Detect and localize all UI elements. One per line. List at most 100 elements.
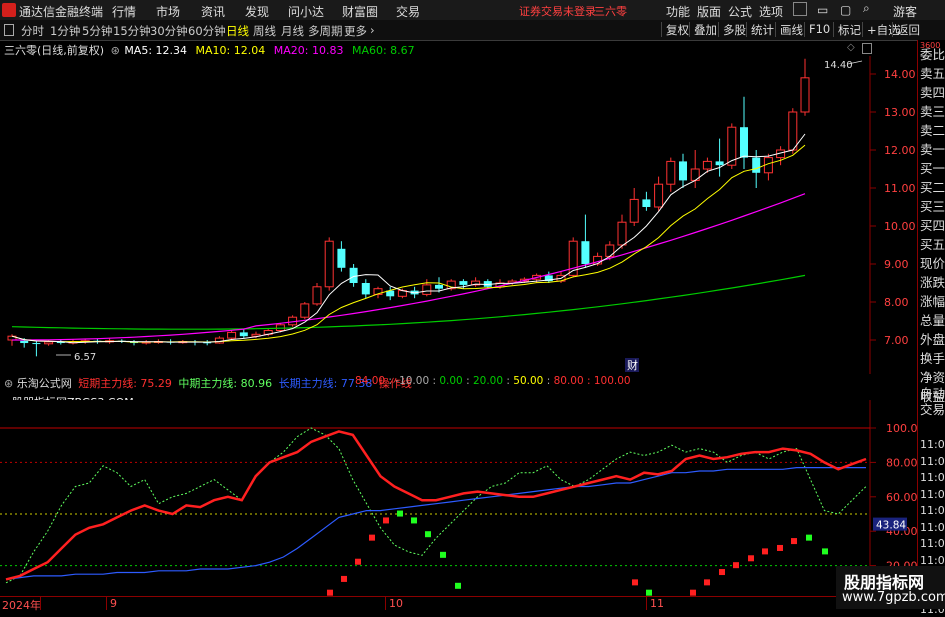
quote-field[interactable]: 买五 bbox=[920, 238, 945, 252]
period-1min[interactable]: 1分钟 bbox=[50, 23, 80, 39]
op-bar bbox=[719, 569, 725, 576]
op-bar bbox=[704, 579, 710, 586]
period-week[interactable]: 周线 bbox=[253, 23, 276, 39]
restore-icon[interactable]: ▢ bbox=[840, 3, 851, 17]
op-bar bbox=[748, 555, 754, 562]
diamond-icon[interactable]: ◇ bbox=[847, 42, 855, 53]
quote-field[interactable]: 涨跌 bbox=[920, 276, 945, 290]
candle[interactable] bbox=[300, 302, 310, 320]
candle[interactable] bbox=[312, 283, 322, 306]
btn-biaoji[interactable]: 标记 bbox=[833, 22, 861, 37]
guest-label[interactable]: 游客 bbox=[893, 3, 917, 20]
minimize-icon[interactable]: ▭ bbox=[817, 3, 828, 17]
period-month[interactable]: 月线 bbox=[281, 23, 304, 39]
x-axis: 2024年 9 10 11 bbox=[0, 596, 917, 612]
price-tick-label: 8.00 bbox=[884, 296, 909, 309]
layout-icon[interactable] bbox=[4, 24, 14, 36]
menu-gongshi[interactable]: 公式 bbox=[728, 3, 752, 20]
btn-fanhui[interactable]: 返回 bbox=[892, 22, 920, 37]
stock-name-notice: 三六零 bbox=[594, 5, 627, 18]
price-chart[interactable]: 14.40 6.57 财 14.00 13.00 12.00 11.00 10.00 9.… bbox=[0, 56, 917, 374]
op-bar bbox=[646, 589, 652, 596]
price-tick-label: 7.00 bbox=[884, 334, 909, 347]
trade-field[interactable]: 自动 bbox=[920, 387, 945, 401]
user-icon[interactable] bbox=[793, 2, 807, 16]
x-label-sep: 9 bbox=[110, 597, 117, 610]
menu-xuanxiang[interactable]: 选项 bbox=[759, 3, 783, 20]
menu-faxian[interactable]: 发现 bbox=[245, 3, 269, 20]
app-logo-icon bbox=[2, 3, 16, 17]
menu-wenxiaoda[interactable]: 问小达 bbox=[288, 3, 324, 20]
quote-field[interactable]: 总量 bbox=[920, 314, 945, 328]
price-tick-label: 14.00 bbox=[884, 68, 916, 81]
quote-field[interactable]: 现价 bbox=[920, 257, 945, 271]
trade-field[interactable]: 交易 bbox=[920, 403, 945, 417]
quote-field[interactable]: 卖五 bbox=[920, 67, 945, 81]
quote-field[interactable]: 买一 bbox=[920, 162, 945, 176]
menu-shichang[interactable]: 市场 bbox=[156, 3, 180, 20]
op-bar bbox=[690, 589, 696, 596]
candle[interactable] bbox=[568, 237, 578, 278]
tick-time: 11:07 bbox=[920, 487, 945, 501]
menu-jiaoyi[interactable]: 交易 bbox=[396, 3, 420, 20]
btn-tongji[interactable]: 统计 bbox=[746, 22, 774, 37]
btn-huaxian[interactable]: 画线 bbox=[775, 22, 803, 37]
price-tick-label: 10.00 bbox=[884, 220, 916, 233]
menu-bar: 通达信金融终端 行情 市场 资讯 发现 问小达 财富圈 交易 证券交易未登录 三… bbox=[0, 0, 945, 21]
menu-hangqing[interactable]: 行情 bbox=[112, 3, 136, 20]
period-60min[interactable]: 60分钟 bbox=[188, 23, 226, 39]
quote-field[interactable]: 委比 bbox=[920, 48, 945, 62]
tick-time: 11:07 bbox=[920, 471, 945, 484]
period-day[interactable]: 日线 bbox=[226, 23, 249, 39]
quote-field[interactable]: 卖一 bbox=[920, 143, 945, 157]
period-5min[interactable]: 5分钟 bbox=[82, 23, 112, 39]
sub-tick-label: 80.00 bbox=[886, 456, 917, 469]
period-toolbar: 分时 1分钟 5分钟 15分钟 30分钟 60分钟 日线 周线 月线 多周期 更… bbox=[0, 20, 945, 41]
period-multi[interactable]: 多周期 bbox=[308, 23, 343, 39]
mid-line-label: 中期主力线: 80.96 bbox=[178, 377, 273, 390]
quote-field[interactable]: 卖二 bbox=[920, 124, 945, 138]
settings-icon-2[interactable]: ⊛ bbox=[4, 377, 13, 390]
candle[interactable] bbox=[324, 237, 334, 291]
quote-field[interactable]: 外盘 bbox=[920, 333, 945, 347]
op-bar bbox=[806, 534, 812, 541]
low-price-label: 6.57 bbox=[74, 352, 96, 363]
btn-diejia[interactable]: 叠加 bbox=[689, 22, 717, 37]
quote-field[interactable]: 卖四 bbox=[920, 86, 945, 100]
menu-caifuquan[interactable]: 财富圈 bbox=[342, 3, 378, 20]
tick-time: 11:08 bbox=[920, 504, 945, 517]
panel-icon[interactable] bbox=[862, 43, 872, 54]
quote-field[interactable]: 换手 bbox=[920, 352, 945, 366]
tick-time: 11:07 bbox=[920, 454, 945, 468]
btn-fuquan[interactable]: 复权 bbox=[661, 22, 689, 37]
indicator-chart[interactable]: 100.080.0060.0040.0020.0043.84 bbox=[0, 400, 917, 596]
short-line-label: 短期主力线: 75.29 bbox=[78, 377, 172, 390]
cai-marker[interactable]: 财 bbox=[627, 358, 638, 372]
op-bar bbox=[397, 510, 403, 517]
menu-gongneng[interactable]: 功能 bbox=[666, 3, 690, 20]
x-label-2024: 2024年 bbox=[2, 599, 41, 612]
op-bar bbox=[355, 558, 361, 565]
price-tick-label: 11.00 bbox=[884, 182, 916, 195]
chevron-right-icon[interactable]: › bbox=[370, 23, 375, 37]
op-bar bbox=[762, 548, 768, 555]
quote-field[interactable]: 买二 bbox=[920, 181, 945, 195]
app-title: 通达信金融终端 bbox=[19, 5, 104, 19]
period-15min[interactable]: 15分钟 bbox=[113, 23, 151, 39]
period-30min[interactable]: 30分钟 bbox=[150, 23, 188, 39]
menu-banmian[interactable]: 版面 bbox=[697, 3, 721, 20]
quote-field[interactable]: 净资 bbox=[920, 371, 945, 385]
search-icon[interactable]: ⌕ bbox=[863, 1, 870, 16]
quote-field[interactable]: 买三 bbox=[920, 200, 945, 214]
quote-field[interactable]: 买四 bbox=[920, 219, 945, 233]
btn-duogu[interactable]: 多股 bbox=[718, 22, 746, 37]
login-notice[interactable]: 证券交易未登录 bbox=[519, 3, 596, 19]
period-fenshi[interactable]: 分时 bbox=[21, 23, 44, 39]
period-more[interactable]: 更多 bbox=[344, 23, 367, 39]
candle[interactable] bbox=[227, 330, 237, 341]
op-bar bbox=[369, 534, 375, 541]
btn-f10[interactable]: F10 bbox=[804, 22, 830, 37]
quote-field[interactable]: 卖三 bbox=[920, 105, 945, 119]
menu-zixun[interactable]: 资讯 bbox=[201, 3, 225, 20]
quote-field[interactable]: 涨幅 bbox=[920, 295, 945, 309]
